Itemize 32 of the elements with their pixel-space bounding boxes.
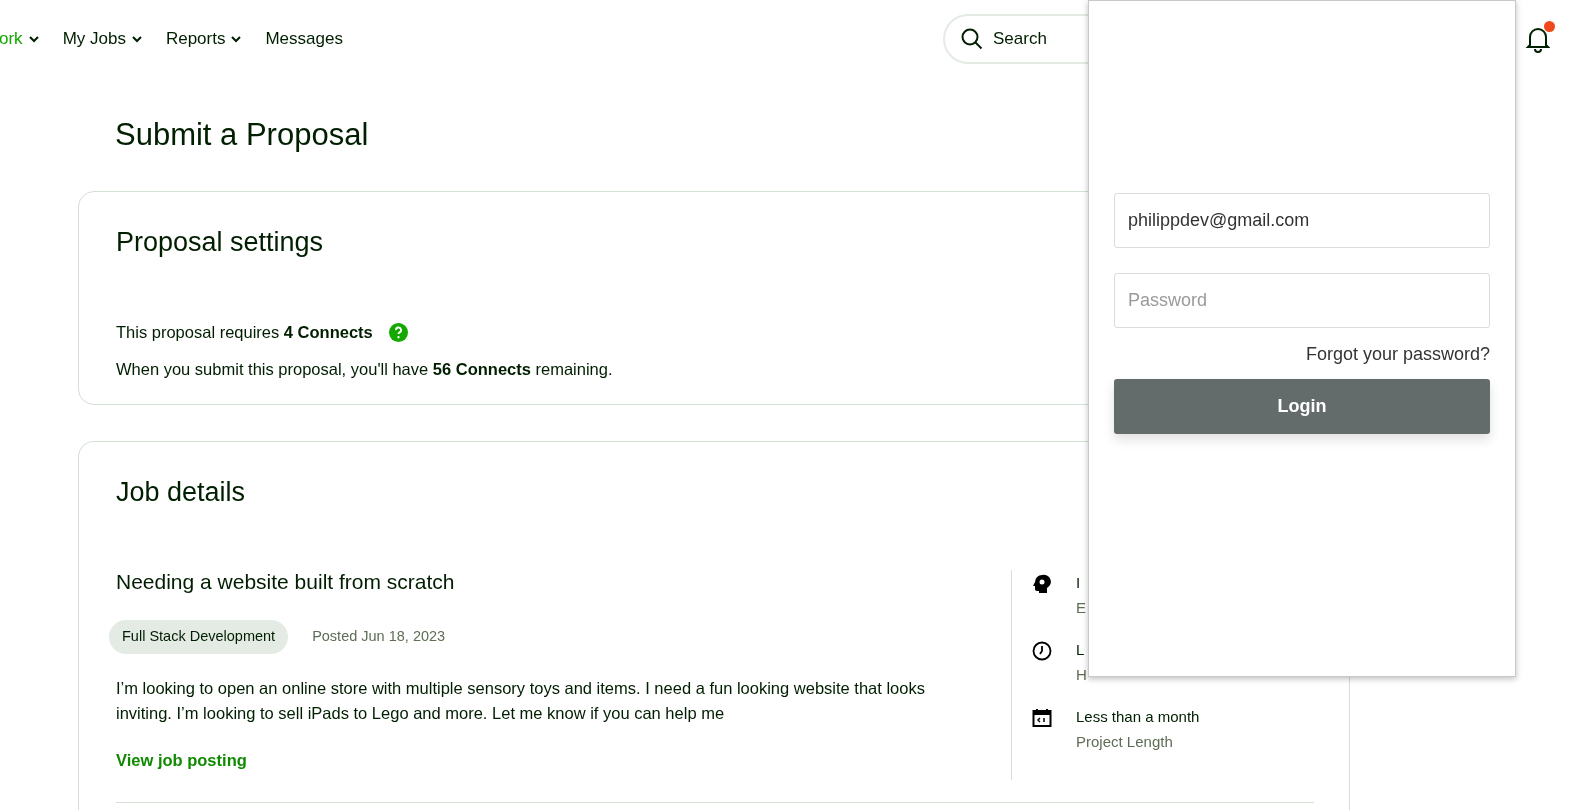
fact-label: Project Length [1076,731,1174,752]
fact-value: I [1076,573,1082,594]
posted-date: Posted Jun 18, 2023 [312,626,446,646]
fact-value: L [1076,640,1086,661]
calendar-icon [1032,708,1052,729]
job-description: I’m looking to open an online store with multiple sensory toys and items. I need a fun looking website that looks inviting. I’m looking to sell iPads to Lego and more. Let me know if you can help me [116,677,926,724]
fact-value: Less than a month [1076,707,1200,728]
page-title: Submit a Proposal [115,116,369,154]
head-gear-icon [1032,574,1052,595]
job-title: Needing a website built from scratch [116,569,456,596]
login-button[interactable]: Login [1114,379,1490,434]
chevron-down-icon [28,35,39,43]
card-title: Proposal settings [116,225,324,259]
connects-remaining-text: When you submit this proposal, you'll have 56 Connects remaining. [116,359,614,380]
search-placeholder: Search [993,28,1047,51]
password-field[interactable]: Password [1114,273,1490,328]
chevron-down-icon [231,35,242,43]
fact-label: H [1076,664,1087,685]
email-field[interactable]: philippdev@gmail.com [1114,193,1490,248]
nav-link[interactable]: Reports [165,26,242,52]
nav-link[interactable]: My Jobs [62,26,142,52]
skill-tag[interactable]: Full Stack Development [109,619,289,654]
search-icon [961,28,983,50]
card-title: Job details [116,475,246,509]
clock-icon [1032,641,1052,662]
view-job-posting-link[interactable]: View job posting [116,747,247,773]
nav-link[interactable]: Messages [265,26,343,52]
connects-required-text: This proposal requires 4 Connects [116,322,373,344]
chevron-down-icon [131,35,142,43]
fact-label: E [1076,597,1086,618]
help-icon[interactable] [388,323,408,343]
forgot-password-link[interactable]: Forgot your password? [1305,341,1490,368]
